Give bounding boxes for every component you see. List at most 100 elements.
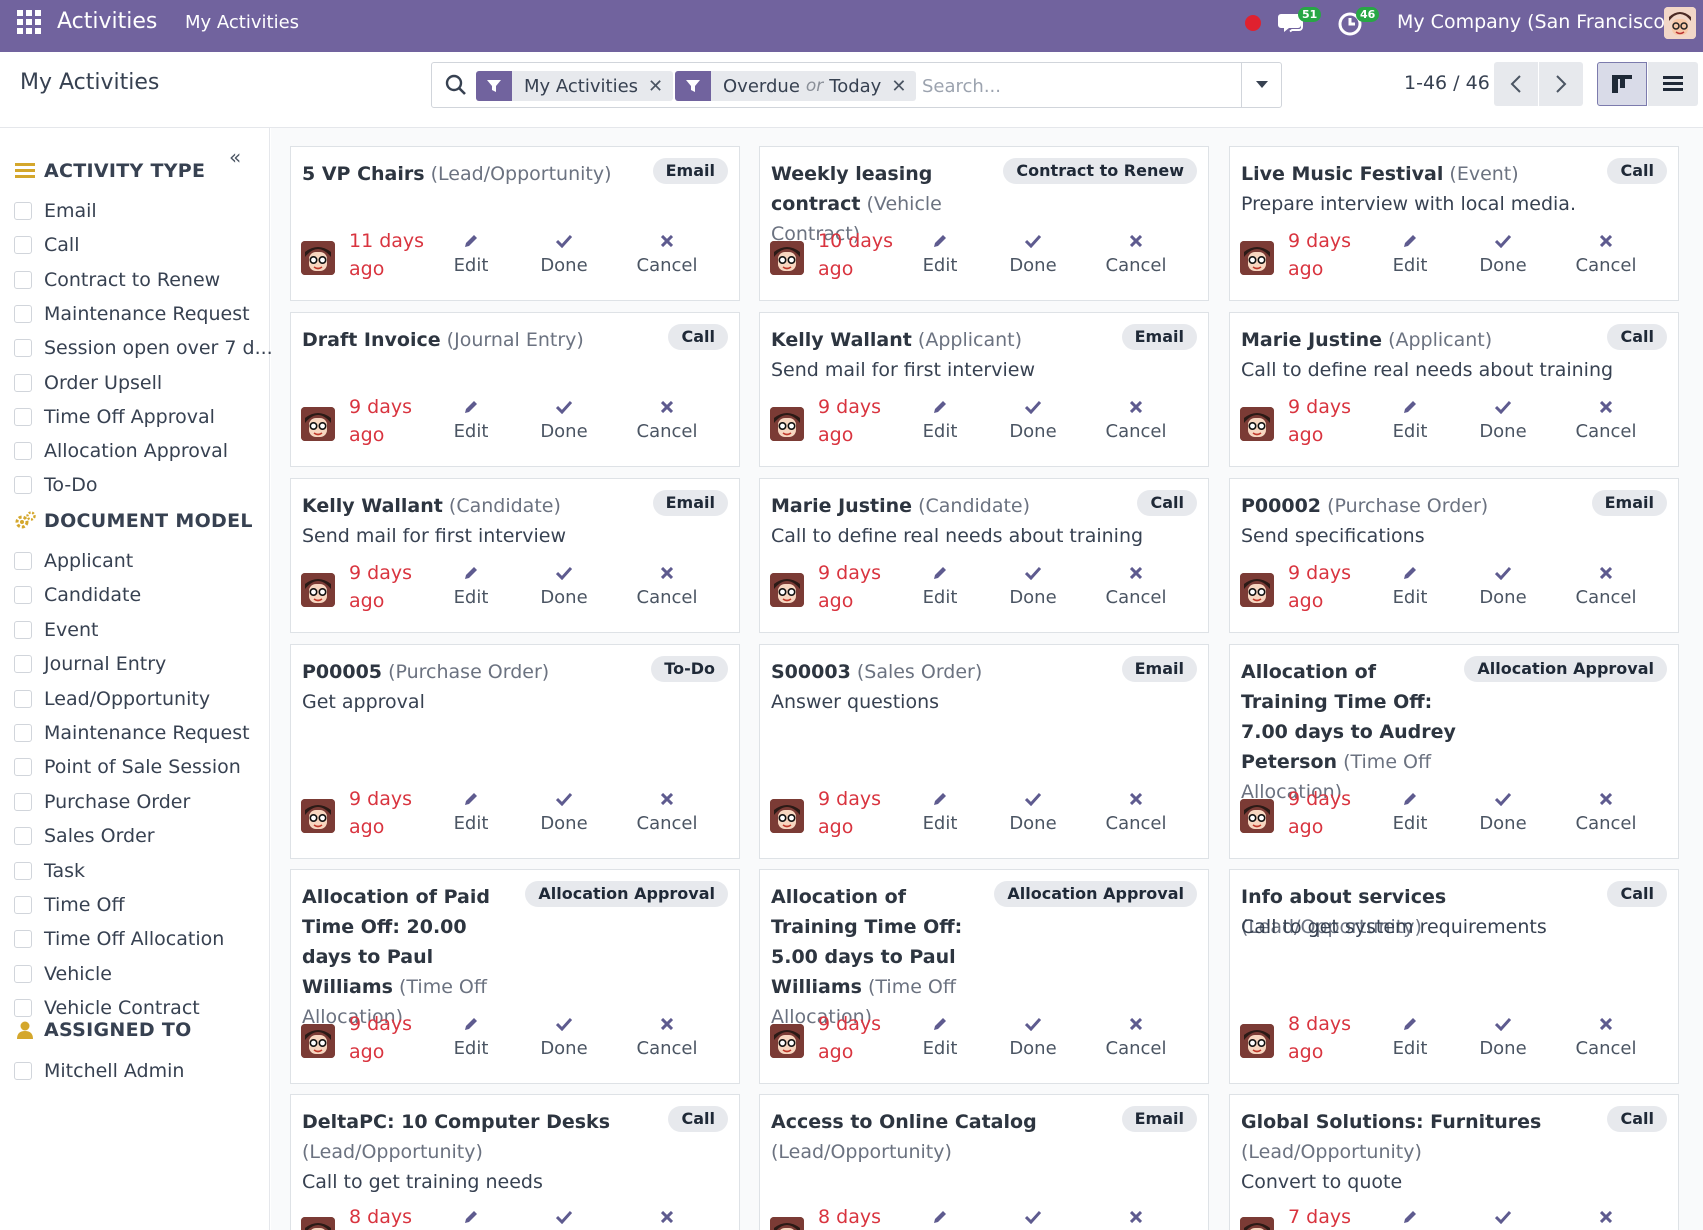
checkbox[interactable] — [14, 236, 32, 255]
filter-option[interactable]: Time Off Allocation — [14, 926, 224, 952]
assignee-avatar[interactable] — [1240, 799, 1274, 833]
assignee-avatar[interactable] — [1240, 1024, 1274, 1058]
user-avatar[interactable] — [1664, 7, 1696, 39]
checkbox[interactable] — [14, 758, 32, 777]
assignee-avatar[interactable] — [301, 573, 335, 607]
edit-button[interactable]: Edit — [1370, 1205, 1450, 1230]
filter-option[interactable]: Applicant — [14, 548, 133, 574]
activity-card[interactable]: Kelly Wallant (Applicant) Email Send mail … — [759, 312, 1209, 467]
assignee-avatar[interactable] — [301, 1024, 335, 1058]
assignee-avatar[interactable] — [770, 241, 804, 275]
assignee-avatar[interactable] — [770, 1217, 804, 1230]
collapse-panel-icon[interactable]: « — [229, 145, 241, 169]
activity-card[interactable]: 5 VP Chairs (Lead/Opportunity) Email 11 da… — [290, 146, 740, 301]
checkbox[interactable] — [14, 620, 32, 639]
edit-button[interactable]: Edit — [900, 561, 980, 611]
filter-option[interactable]: Mitchell Admin — [14, 1058, 184, 1084]
checkbox[interactable] — [14, 552, 32, 570]
card-title[interactable]: P00002 (Purchase Order) — [1241, 491, 1588, 521]
filter-option[interactable]: Maintenance Request — [14, 301, 250, 327]
search-options-toggle[interactable] — [1241, 63, 1281, 107]
checkbox[interactable] — [14, 304, 32, 323]
kanban-view-button[interactable] — [1597, 62, 1647, 106]
checkbox[interactable] — [14, 964, 32, 983]
cancel-button[interactable]: Cancel — [627, 787, 707, 837]
cancel-button[interactable]: Cancel — [1096, 395, 1176, 445]
filter-option[interactable]: Allocation Approval — [14, 438, 228, 464]
edit-button[interactable]: Edit — [900, 395, 980, 445]
done-button[interactable]: Done — [1463, 561, 1543, 611]
card-title[interactable]: Marie Justine (Applicant) — [1241, 325, 1597, 355]
edit-button[interactable]: Edit — [431, 229, 511, 279]
done-button[interactable]: Done — [993, 1012, 1073, 1062]
card-title[interactable]: Access to Online Catalog (Lead/Opportuni… — [771, 1107, 1118, 1167]
assignee-avatar[interactable] — [301, 1217, 335, 1230]
activity-card[interactable]: Allocation of Training Time Off: 7.00 da… — [1229, 644, 1679, 859]
filter-option[interactable]: Vehicle — [14, 961, 112, 987]
filter-option[interactable]: Task — [14, 858, 85, 884]
search-input[interactable] — [922, 73, 1222, 99]
edit-button[interactable]: Edit — [431, 395, 511, 445]
activity-card[interactable]: Allocation of Paid Time Off: 20.00 days … — [290, 869, 740, 1084]
assignee-avatar[interactable] — [301, 407, 335, 441]
edit-button[interactable]: Edit — [431, 1205, 511, 1230]
filter-option[interactable]: Vehicle Contract — [14, 995, 200, 1021]
pager-next-button[interactable] — [1539, 62, 1583, 106]
activity-card[interactable]: P00002 (Purchase Order) Email Send specifi… — [1229, 478, 1679, 633]
done-button[interactable]: Done — [1463, 1012, 1543, 1062]
checkbox[interactable] — [14, 373, 32, 392]
card-title[interactable]: Kelly Wallant (Candidate) — [302, 491, 649, 521]
cancel-button[interactable]: Cancel — [1096, 787, 1176, 837]
activity-card[interactable]: Global Solutions: Furnitures (Lead/Oppor… — [1229, 1094, 1679, 1230]
checkbox[interactable] — [14, 407, 32, 426]
cancel-button[interactable]: Cancel — [1566, 395, 1646, 445]
search-bar[interactable]: My Activities ✕ Overdue or Today ✕ — [431, 62, 1282, 108]
assignee-avatar[interactable] — [1240, 241, 1274, 275]
done-button[interactable]: Done — [524, 395, 604, 445]
activity-card[interactable]: DeltaPC: 10 Computer Desks (Lead/Opportu… — [290, 1094, 740, 1230]
pager-value[interactable]: 1-46 / 46 — [1404, 72, 1490, 94]
assignee-avatar[interactable] — [770, 1024, 804, 1058]
cancel-button[interactable]: Cancel — [1566, 229, 1646, 279]
activity-card[interactable]: P00005 (Purchase Order) To-Do Get approval… — [290, 644, 740, 859]
activity-card[interactable]: Kelly Wallant (Candidate) Email Send mail … — [290, 478, 740, 633]
filter-option[interactable]: Email — [14, 198, 97, 224]
cancel-button[interactable]: Cancel — [1096, 561, 1176, 611]
card-title[interactable]: S00003 (Sales Order) — [771, 657, 1118, 687]
cancel-button[interactable]: Cancel — [1566, 787, 1646, 837]
cancel-button[interactable]: Cancel — [1566, 1205, 1646, 1230]
list-view-button[interactable] — [1648, 62, 1698, 106]
done-button[interactable]: Done — [993, 561, 1073, 611]
checkbox[interactable] — [14, 689, 32, 708]
filter-option[interactable]: Session open over 7 d... — [14, 335, 273, 361]
cancel-button[interactable]: Cancel — [627, 395, 707, 445]
edit-button[interactable]: Edit — [900, 1205, 980, 1230]
checkbox[interactable] — [14, 896, 32, 914]
card-title[interactable]: Draft Invoice (Journal Entry) — [302, 325, 658, 355]
activity-card[interactable]: Weekly leasing contract (Vehicle Contrac… — [759, 146, 1209, 301]
menu-my-activities[interactable]: My Activities — [185, 12, 299, 33]
checkbox[interactable] — [14, 339, 32, 358]
recording-indicator-icon[interactable] — [1245, 15, 1261, 31]
cancel-button[interactable]: Cancel — [627, 1012, 707, 1062]
checkbox[interactable] — [14, 724, 32, 742]
activity-card[interactable]: Marie Justine (Candidate) Call Call to def… — [759, 478, 1209, 633]
cancel-button[interactable]: Cancel — [1566, 561, 1646, 611]
remove-facet-icon[interactable]: ✕ — [891, 76, 916, 97]
activity-card[interactable]: S00003 (Sales Order) Email Answer question… — [759, 644, 1209, 859]
done-button[interactable]: Done — [1463, 229, 1543, 279]
cancel-button[interactable]: Cancel — [1096, 1012, 1176, 1062]
assignee-avatar[interactable] — [770, 799, 804, 833]
card-title[interactable]: Global Solutions: Furnitures (Lead/Oppor… — [1241, 1107, 1597, 1167]
edit-button[interactable]: Edit — [1370, 395, 1450, 445]
checkbox[interactable] — [14, 827, 32, 846]
edit-button[interactable]: Edit — [431, 561, 511, 611]
edit-button[interactable]: Edit — [431, 787, 511, 837]
cancel-button[interactable]: Cancel — [627, 1205, 707, 1230]
filter-option[interactable]: Journal Entry — [14, 651, 166, 677]
cancel-button[interactable]: Cancel — [1566, 1012, 1646, 1062]
activity-card[interactable]: Info about services (Lead/Opportunity) Ca… — [1229, 869, 1679, 1084]
assignee-avatar[interactable] — [301, 241, 335, 275]
filter-option[interactable]: Candidate — [14, 582, 141, 608]
app-menu-icon[interactable] — [17, 10, 41, 34]
